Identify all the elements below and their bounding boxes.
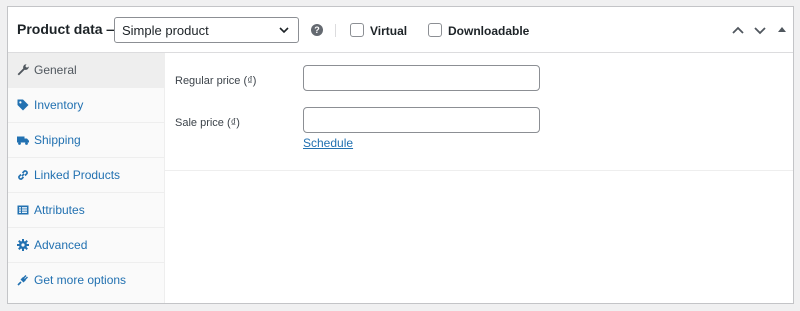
tab-shipping[interactable]: Shipping [8,123,165,158]
tab-get-more-options[interactable]: Get more options [8,263,165,298]
list-icon [17,205,29,215]
link-icon [18,170,28,180]
regular-price-label: Regular price (₫) [175,75,257,87]
tab-advanced[interactable]: Advanced [8,228,165,263]
tab-attributes-label: Attributes [34,203,85,217]
tab-advanced-label: Advanced [34,238,88,252]
tab-general-label: General [34,63,77,77]
tab-shipping-label: Shipping [34,133,81,147]
tag-icon [17,99,29,111]
gear-icon [17,239,29,251]
wrench-icon [17,64,29,76]
tab-linked-products[interactable]: Linked Products [8,158,165,193]
sale-price-label: Sale price (₫) [175,117,240,129]
product-type-value: Simple product [122,23,209,38]
general-options-panel: Regular price (₫) Sale price (₫) Schedul… [165,53,793,171]
schedule-link[interactable]: Schedule [303,136,353,150]
move-down-icon[interactable] [751,21,769,39]
sale-price-input[interactable] [303,107,540,133]
toggle-panel-icon[interactable] [773,21,791,39]
svg-text:?: ? [314,25,320,35]
tab-get-more-options-label: Get more options [34,273,127,287]
plugin-icon [17,275,28,286]
panel-header: Product data — Simple product ? Virtual … [8,7,793,53]
chevron-down-icon [279,27,289,34]
tab-linked-products-label: Linked Products [34,168,121,182]
product-data-tabs: General Inventory Shipping Linked Produc… [8,53,165,303]
tab-inventory-label: Inventory [34,98,84,112]
product-type-select[interactable]: Simple product [114,17,299,43]
tab-general[interactable]: General [8,53,165,88]
downloadable-label[interactable]: Downloadable [448,24,529,38]
header-divider [335,24,336,37]
virtual-label[interactable]: Virtual [370,24,407,38]
regular-price-input[interactable] [303,65,540,91]
downloadable-checkbox[interactable] [428,23,442,37]
truck-icon [17,136,29,145]
tab-inventory[interactable]: Inventory [8,88,165,123]
move-up-icon[interactable] [729,21,747,39]
virtual-checkbox[interactable] [350,23,364,37]
product-data-panel: Product data — Simple product ? Virtual … [7,6,794,304]
panel-title: Product data — [17,21,121,37]
help-circle-icon[interactable]: ? [311,24,323,36]
tab-attributes[interactable]: Attributes [8,193,165,228]
